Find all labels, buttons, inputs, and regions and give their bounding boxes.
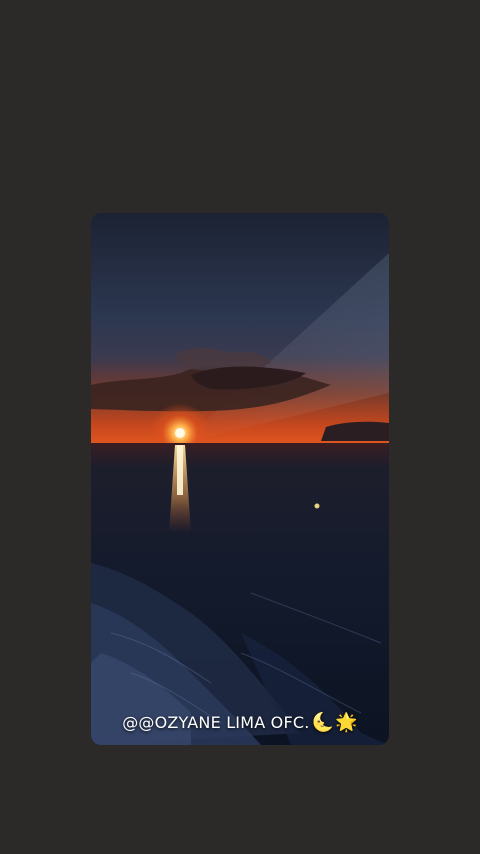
story-caption: @@OZYANE LIMA OFC. 🌜🌟 — [91, 712, 389, 733]
caption-text: @@OZYANE LIMA OFC. — [122, 713, 310, 732]
sunset-sea-image — [91, 213, 389, 745]
moon-emoji-icon: 🌜 — [311, 712, 335, 733]
star-emoji-icon: 🌟 — [335, 712, 358, 733]
story-viewer: @@OZYANE LIMA OFC. 🌜🌟 — [0, 0, 480, 854]
story-media-card[interactable]: @@OZYANE LIMA OFC. 🌜🌟 — [91, 213, 389, 745]
